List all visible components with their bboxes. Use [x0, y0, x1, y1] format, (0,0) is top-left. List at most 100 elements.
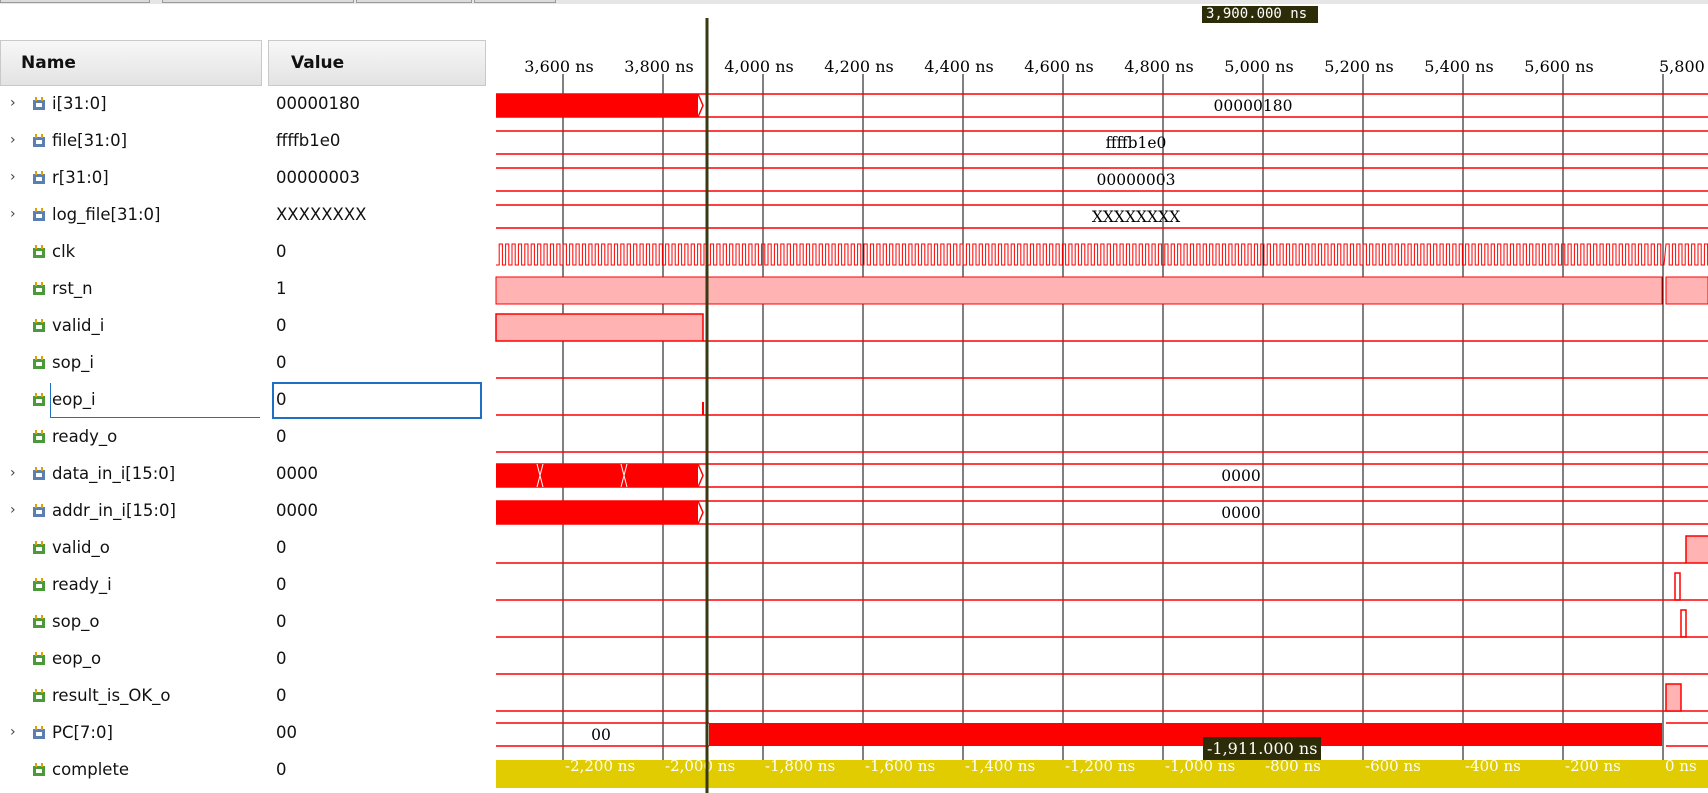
signal-name: log_file[31:0]	[52, 205, 161, 224]
relative-time-label: -400 ns	[1465, 757, 1521, 775]
toolbar-button[interactable]	[356, 0, 472, 3]
signal-name: complete	[52, 760, 130, 779]
timeline-tick-label: 4,400 ns	[924, 57, 993, 76]
signal-row[interactable]: result_is_OK_o 0	[0, 678, 490, 715]
relative-time-label: 0 ns	[1665, 757, 1697, 775]
clock-waveform	[496, 243, 1708, 266]
expand-chevron-icon[interactable]: ›	[10, 724, 24, 742]
bus-transition	[697, 93, 704, 118]
signal-row[interactable]: valid_i 0	[0, 308, 490, 345]
expand-chevron-icon[interactable]: ›	[10, 206, 24, 224]
signal-value: 00000003	[276, 168, 360, 187]
signal-name: rst_n	[52, 279, 93, 298]
value-column-label: Value	[291, 53, 345, 73]
bit-wave-pulse	[1674, 572, 1681, 601]
signal-value: XXXXXXXX	[276, 205, 367, 224]
timeline-tick-label: 4,000 ns	[724, 57, 793, 76]
delta-time-label: -1,911.000 ns	[1203, 737, 1322, 760]
timeline-tick-label: 5,000 ns	[1224, 57, 1293, 76]
signal-name: i[31:0]	[52, 94, 107, 113]
bit-signal-icon	[33, 245, 45, 258]
expand-chevron-icon[interactable]: ›	[10, 132, 24, 150]
signal-row[interactable]: clk 0	[0, 234, 490, 271]
bit-wave-high	[1665, 276, 1708, 305]
signal-name: ready_o	[52, 427, 118, 446]
bus-wave-value: 00000003	[1097, 171, 1176, 189]
bus-active-region	[496, 501, 698, 524]
bus-active-region	[709, 723, 1662, 746]
relative-time-label: -2,000 ns	[665, 757, 735, 775]
bit-signal-icon	[33, 282, 45, 295]
signal-value: 0	[276, 575, 287, 594]
bus-signal-icon	[33, 134, 45, 147]
expand-chevron-icon[interactable]: ›	[10, 169, 24, 187]
signal-row[interactable]: eop_o 0	[0, 641, 490, 678]
signal-name: valid_i	[52, 316, 105, 335]
signal-row[interactable]: › i[31:0] 00000180	[0, 86, 490, 123]
signal-row[interactable]: complete 0	[0, 752, 490, 789]
expand-chevron-icon[interactable]: ›	[10, 95, 24, 113]
signal-value: 00000180	[276, 94, 360, 113]
bit-signal-icon	[33, 652, 45, 665]
relative-time-label: -600 ns	[1365, 757, 1421, 775]
bus-wave-value: XXXXXXXX	[1092, 208, 1180, 226]
signal-name: result_is_OK_o	[52, 686, 171, 705]
signal-value: 0000	[276, 501, 318, 520]
signal-value: 0000	[276, 464, 318, 483]
signal-name: eop_o	[52, 649, 102, 668]
name-column-header[interactable]: Name	[0, 40, 262, 86]
waveform-viewer[interactable]: 3,600 ns 3,800 ns 4,000 ns 4,200 ns 4,400 ns…	[495, 0, 1708, 793]
toolbar-button[interactable]	[162, 0, 354, 3]
value-column-header[interactable]: Value	[268, 40, 486, 86]
bus-signal-icon	[33, 97, 45, 110]
signal-name: sop_o	[52, 612, 100, 631]
bit-wave-pulse	[1680, 609, 1687, 638]
timeline-tick-label: 4,200 ns	[824, 57, 893, 76]
signal-row[interactable]: rst_n 1	[0, 271, 490, 308]
value-edit-box[interactable]	[272, 382, 482, 419]
signal-name: eop_i	[52, 390, 96, 409]
bit-signal-icon	[33, 393, 45, 406]
toolbar-button[interactable]	[0, 0, 150, 3]
signal-row[interactable]: › PC[7:0] 00	[0, 715, 490, 752]
signal-row[interactable]: sop_i 0	[0, 345, 490, 382]
bus-active-region	[496, 94, 698, 117]
cursor-time-label[interactable]: 3,900.000 ns	[1202, 6, 1318, 23]
signal-row[interactable]: › file[31:0] ffffb1e0	[0, 123, 490, 160]
expand-chevron-icon[interactable]: ›	[10, 502, 24, 520]
signal-row[interactable]: ready_i 0	[0, 567, 490, 604]
signal-row[interactable]: eop_i 0	[0, 382, 490, 419]
signal-row[interactable]: › addr_in_i[15:0] 0000	[0, 493, 490, 530]
bit-signal-icon	[33, 763, 45, 776]
signal-name: data_in_i[15:0]	[52, 464, 176, 483]
signal-name: clk	[52, 242, 76, 261]
bus-active-region	[496, 464, 698, 487]
signal-row[interactable]: › data_in_i[15:0] 0000	[0, 456, 490, 493]
signal-row[interactable]: sop_o 0	[0, 604, 490, 641]
signal-value: 00	[276, 723, 297, 742]
signal-row[interactable]: › r[31:0] 00000003	[0, 160, 490, 197]
signal-value: 0	[276, 649, 287, 668]
bus-signal-icon	[33, 208, 45, 221]
signal-row[interactable]: › log_file[31:0] XXXXXXXX	[0, 197, 490, 234]
signal-value: ffffb1e0	[276, 131, 341, 150]
relative-time-label: -2,200 ns	[565, 757, 635, 775]
signal-name: PC[7:0]	[52, 723, 113, 742]
timeline-tick-label: 5,800	[1659, 57, 1705, 76]
timeline-tick-label: 4,600 ns	[1024, 57, 1093, 76]
signal-row[interactable]: valid_o 0	[0, 530, 490, 567]
signal-row[interactable]: ready_o 0	[0, 419, 490, 456]
signal-name: file[31:0]	[52, 131, 128, 150]
bus-signal-icon	[33, 726, 45, 739]
bus-signal-icon	[33, 504, 45, 517]
signal-value: 1	[276, 279, 287, 298]
bit-signal-icon	[33, 541, 45, 554]
timeline-tick-label: 4,800 ns	[1124, 57, 1193, 76]
relative-time-label: -1,800 ns	[765, 757, 835, 775]
relative-time-label: -200 ns	[1565, 757, 1621, 775]
bit-signal-icon	[33, 319, 45, 332]
expand-chevron-icon[interactable]: ›	[10, 465, 24, 483]
bus-wave-value: 00000180	[1214, 97, 1293, 115]
timeline-tick-label: 5,600 ns	[1524, 57, 1593, 76]
timeline-tick-label: 3,800 ns	[624, 57, 693, 76]
